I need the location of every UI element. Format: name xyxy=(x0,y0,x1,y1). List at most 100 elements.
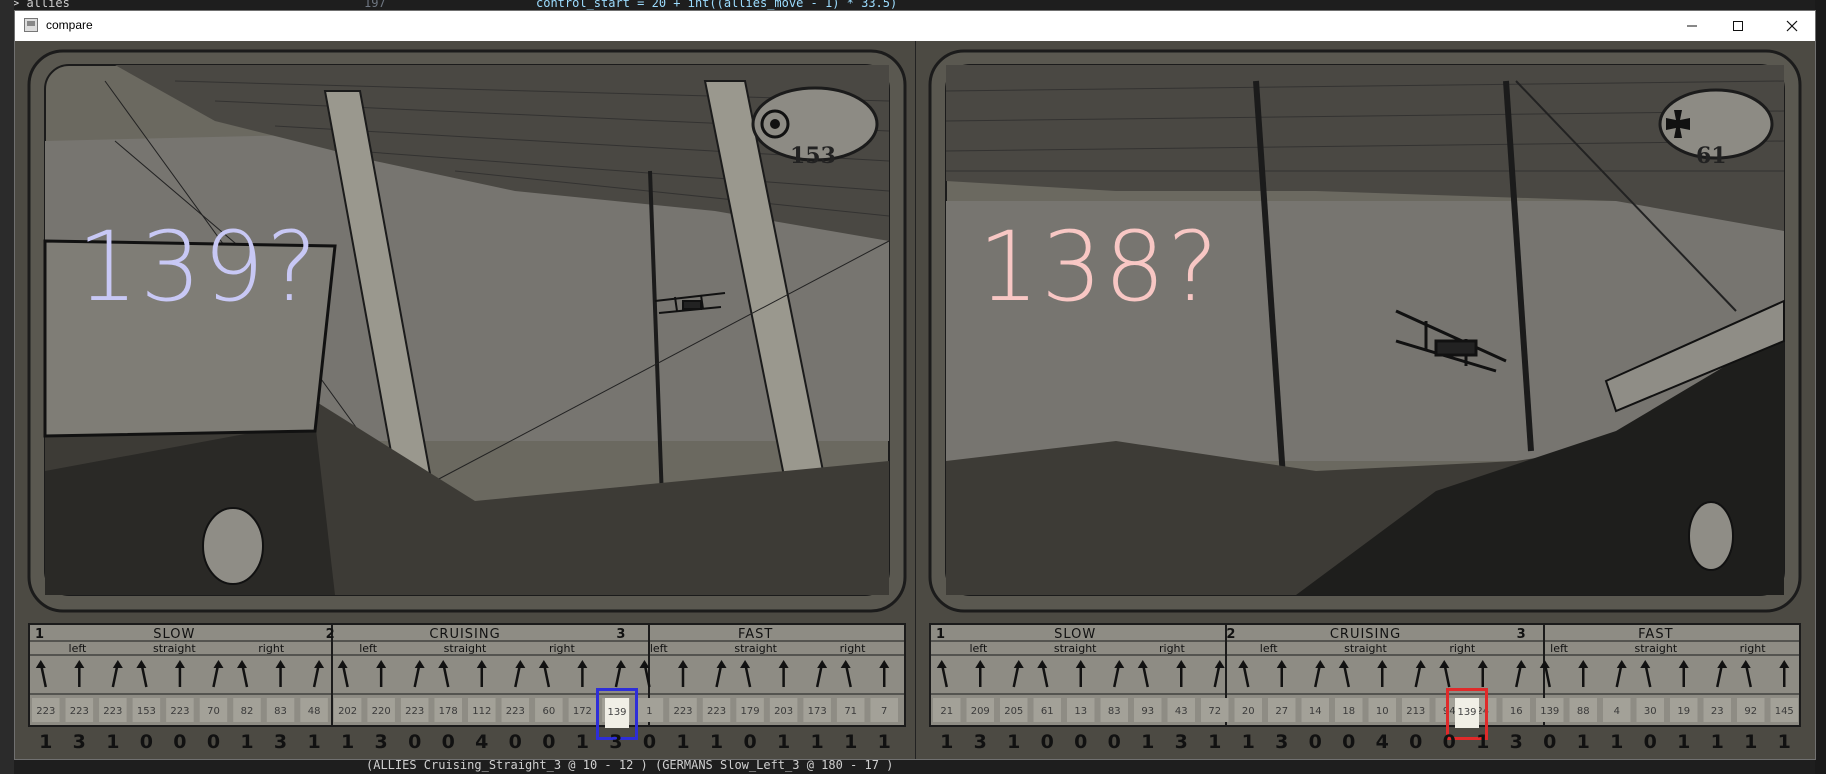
right-digit: 1 xyxy=(1007,731,1021,753)
right-value-text: 10 xyxy=(1376,706,1389,717)
left-value-text: 203 xyxy=(774,706,793,717)
left-speed-number: 3 xyxy=(616,627,625,642)
left-direction-label: left xyxy=(359,642,378,655)
right-badge-number: 61 xyxy=(1696,143,1727,169)
left-digit: 1 xyxy=(776,731,791,753)
right-value-text: 20 xyxy=(1242,706,1255,717)
left-value-text: 172 xyxy=(573,706,592,717)
right-digit: 0 xyxy=(1040,731,1054,753)
left-value-text: 173 xyxy=(808,706,827,717)
editor-line-number: 197 xyxy=(364,0,386,10)
left-direction-label: straight xyxy=(734,642,777,655)
left-value-text: 223 xyxy=(673,706,692,717)
editor-code-line[interactable]: control_start = 20 + int((allies_move - … xyxy=(536,0,897,10)
left-highlight-value: 139 xyxy=(605,698,629,728)
left-digit: 0 xyxy=(508,731,522,753)
minimize-button[interactable] xyxy=(1669,11,1715,41)
right-digit: 3 xyxy=(1174,731,1188,753)
left-speed-label: CRUISING xyxy=(429,627,500,642)
left-digit: 1 xyxy=(240,731,254,753)
left-digit: 1 xyxy=(307,731,321,753)
right-value-text: 30 xyxy=(1644,706,1657,717)
left-direction-label: right xyxy=(258,642,285,655)
right-digit: 1 xyxy=(1710,731,1724,753)
right-digit: 0 xyxy=(1308,731,1322,753)
right-value-text: 14 xyxy=(1309,706,1322,717)
right-value-text: 13 xyxy=(1074,706,1087,717)
left-value-text: 223 xyxy=(36,706,55,717)
right-speed-label: FAST xyxy=(1638,627,1673,642)
right-value-text: 88 xyxy=(1577,706,1590,717)
left-digit: 3 xyxy=(72,731,86,753)
right-direction-label: straight xyxy=(1344,642,1387,655)
right-digit: 0 xyxy=(1543,731,1557,753)
right-digit: 0 xyxy=(1643,731,1657,753)
right-digit: 0 xyxy=(1107,731,1121,753)
close-button[interactable] xyxy=(1769,11,1815,41)
left-value-text: 223 xyxy=(707,706,726,717)
right-card-panel: 1 SLOW 2 CRUISING 3 FAST left straight right left… xyxy=(916,41,1816,759)
right-value-text: 43 xyxy=(1175,706,1188,717)
right-value-text: 27 xyxy=(1275,706,1288,717)
activity-bar xyxy=(0,0,14,774)
right-digit: 1 xyxy=(1610,731,1624,753)
right-value-text: 23 xyxy=(1711,706,1724,717)
left-digit: 0 xyxy=(139,731,153,753)
right-digit: 1 xyxy=(1241,731,1255,753)
explorer-folder-label[interactable]: > allies xyxy=(12,0,70,10)
right-digit: 0 xyxy=(1442,731,1456,753)
left-digit: 3 xyxy=(273,731,288,753)
left-value-text: 60 xyxy=(542,706,555,717)
right-speed-number: 1 xyxy=(936,627,945,642)
left-card-panel: 1 SLOW 2 CRUISING 3 FAST left straight right left… xyxy=(15,41,915,759)
left-direction-label: left xyxy=(650,642,669,655)
left-value-text: 71 xyxy=(844,706,857,717)
right-direction-label: right xyxy=(1449,642,1476,655)
right-value-text: 61 xyxy=(1041,706,1054,717)
left-digit: 1 xyxy=(844,731,858,753)
right-digit: 0 xyxy=(1074,731,1088,753)
left-digit: 1 xyxy=(340,731,355,753)
maximize-icon xyxy=(1733,21,1743,31)
left-digit: 4 xyxy=(475,731,489,753)
left-value-text: 223 xyxy=(103,706,122,717)
maximize-button[interactable] xyxy=(1715,11,1761,41)
right-digit: 1 xyxy=(1141,731,1155,753)
right-digit: 1 xyxy=(1744,731,1758,753)
right-direction-label: right xyxy=(1159,642,1186,655)
window-content: 1 SLOW 2 CRUISING 3 FAST left straight right left… xyxy=(15,41,1815,759)
left-direction-label: left xyxy=(69,642,88,655)
right-digit: 1 xyxy=(1208,731,1222,753)
compare-window[interactable]: compare 1 SLOW 2 CRUISING 3 FAST left st… xyxy=(15,11,1815,759)
left-value-text: 48 xyxy=(308,706,321,717)
left-speed-label: SLOW xyxy=(153,627,195,642)
right-speed-label: SLOW xyxy=(1054,627,1096,642)
left-digit: 0 xyxy=(743,731,757,753)
left-badge-number: 153 xyxy=(790,143,836,169)
left-value-text: 223 xyxy=(170,706,189,717)
window-titlebar[interactable]: compare xyxy=(15,11,1815,41)
minimize-icon xyxy=(1687,25,1697,27)
left-digit: 1 xyxy=(709,731,724,753)
left-digit: 1 xyxy=(39,731,53,753)
right-value-text: 18 xyxy=(1342,706,1355,717)
right-value-text: 205 xyxy=(1004,706,1023,717)
left-direction-label: right xyxy=(549,642,576,655)
left-digit: 0 xyxy=(642,731,657,753)
right-value-text: 83 xyxy=(1108,706,1121,717)
right-digit: 1 xyxy=(940,731,954,753)
left-value-text: 223 xyxy=(70,706,89,717)
left-digit: 0 xyxy=(441,731,455,753)
app-icon xyxy=(24,18,38,32)
right-direction-label: left xyxy=(1550,642,1569,655)
right-digit: 1 xyxy=(1476,731,1490,753)
right-highlight-value: 139 xyxy=(1455,698,1479,728)
left-speed-label: FAST xyxy=(738,627,773,642)
left-speed-number: 1 xyxy=(35,627,44,642)
right-value-text: 92 xyxy=(1744,706,1757,717)
right-card-badge: 61 xyxy=(1696,143,1727,169)
left-digit: 1 xyxy=(106,731,120,753)
left-value-text: 82 xyxy=(241,706,254,717)
left-direction-label: straight xyxy=(444,642,487,655)
left-card-illustration: 1 SLOW 2 CRUISING 3 FAST left straight right left… xyxy=(15,41,915,759)
